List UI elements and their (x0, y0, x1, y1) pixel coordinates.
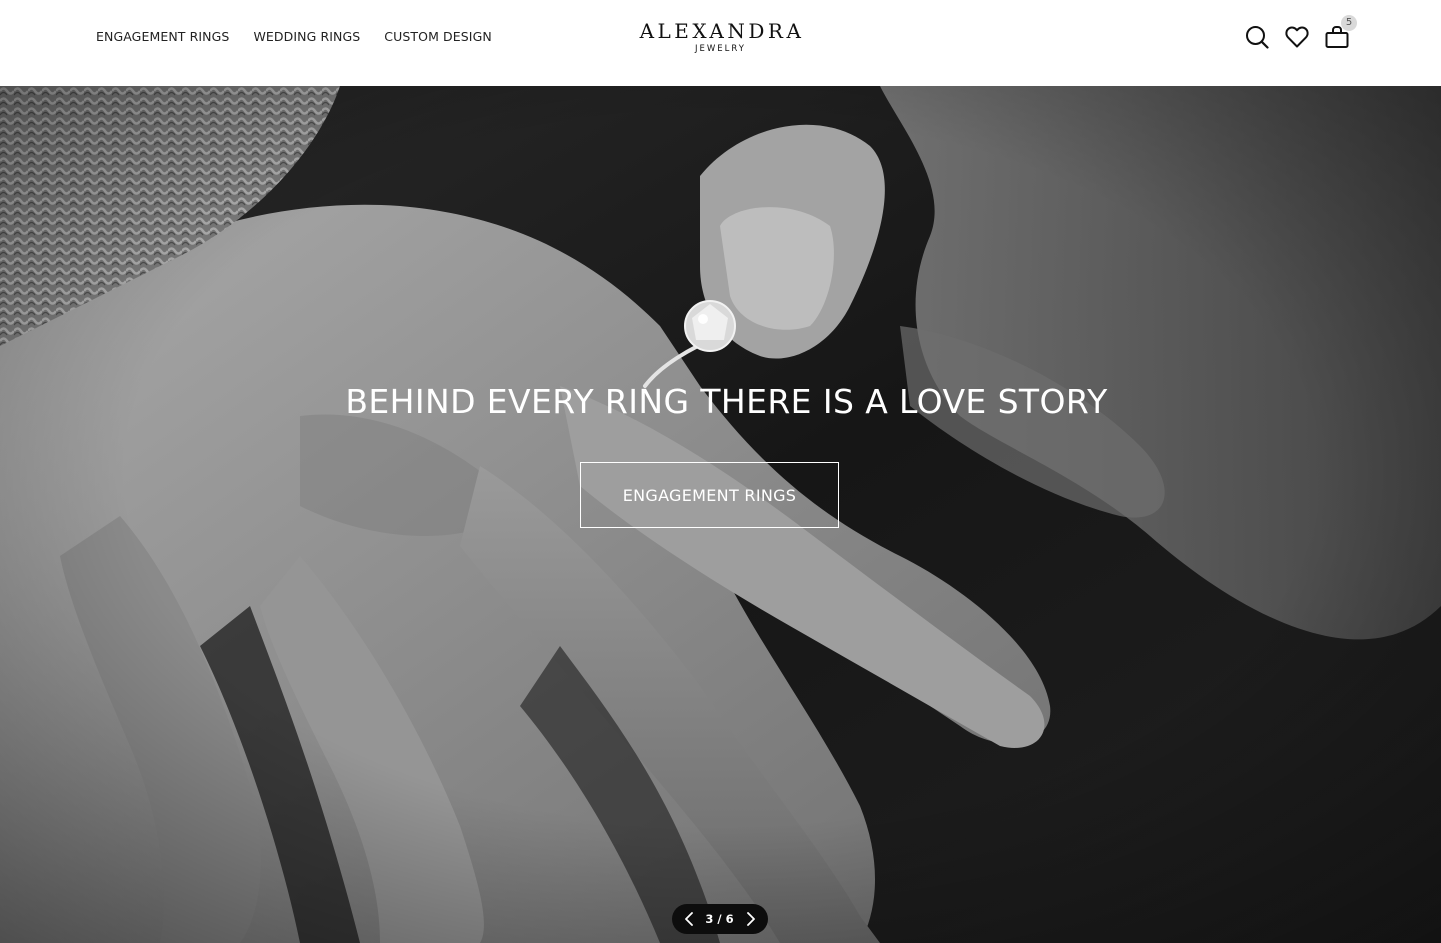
slider-prev-button[interactable] (678, 908, 700, 930)
nav-custom-design[interactable]: CUSTOM DESIGN (384, 28, 492, 46)
chevron-left-icon (685, 912, 693, 926)
main-nav: ENGAGEMENT RINGS WEDDING RINGS CUSTOM DE… (96, 28, 492, 46)
header-icons: 5 (1244, 15, 1357, 50)
engagement-rings-cta-button[interactable]: ENGAGEMENT RINGS (580, 462, 839, 528)
slide-separator: / (717, 912, 723, 926)
cart-count-badge: 5 (1341, 15, 1357, 31)
search-icon (1245, 26, 1269, 49)
hero-title: BEHIND EVERY RING THERE IS A LOVE STORY (345, 382, 1108, 421)
search-button[interactable] (1244, 24, 1269, 50)
site-logo[interactable]: ALEXANDRA JEWELRY (637, 20, 805, 55)
logo-subtitle: JEWELRY (695, 44, 746, 54)
logo-wordmark: ALEXANDRA (639, 19, 805, 43)
hero-banner: BEHIND EVERY RING THERE IS A LOVE STORY … (0, 86, 1441, 943)
slide-current: 3 (705, 912, 715, 926)
slide-total: 6 (725, 912, 735, 926)
slider-pager: 3 / 6 (672, 904, 768, 934)
heart-icon (1284, 26, 1309, 48)
chevron-right-icon (747, 912, 755, 926)
slider-next-button[interactable] (740, 908, 762, 930)
nav-engagement-rings[interactable]: ENGAGEMENT RINGS (96, 28, 229, 46)
cart-button[interactable]: 5 (1324, 15, 1357, 50)
slide-counter: 3 / 6 (705, 912, 734, 926)
wishlist-button[interactable] (1284, 24, 1309, 50)
site-header: ENGAGEMENT RINGS WEDDING RINGS CUSTOM DE… (0, 0, 1441, 86)
nav-wedding-rings[interactable]: WEDDING RINGS (253, 28, 360, 46)
